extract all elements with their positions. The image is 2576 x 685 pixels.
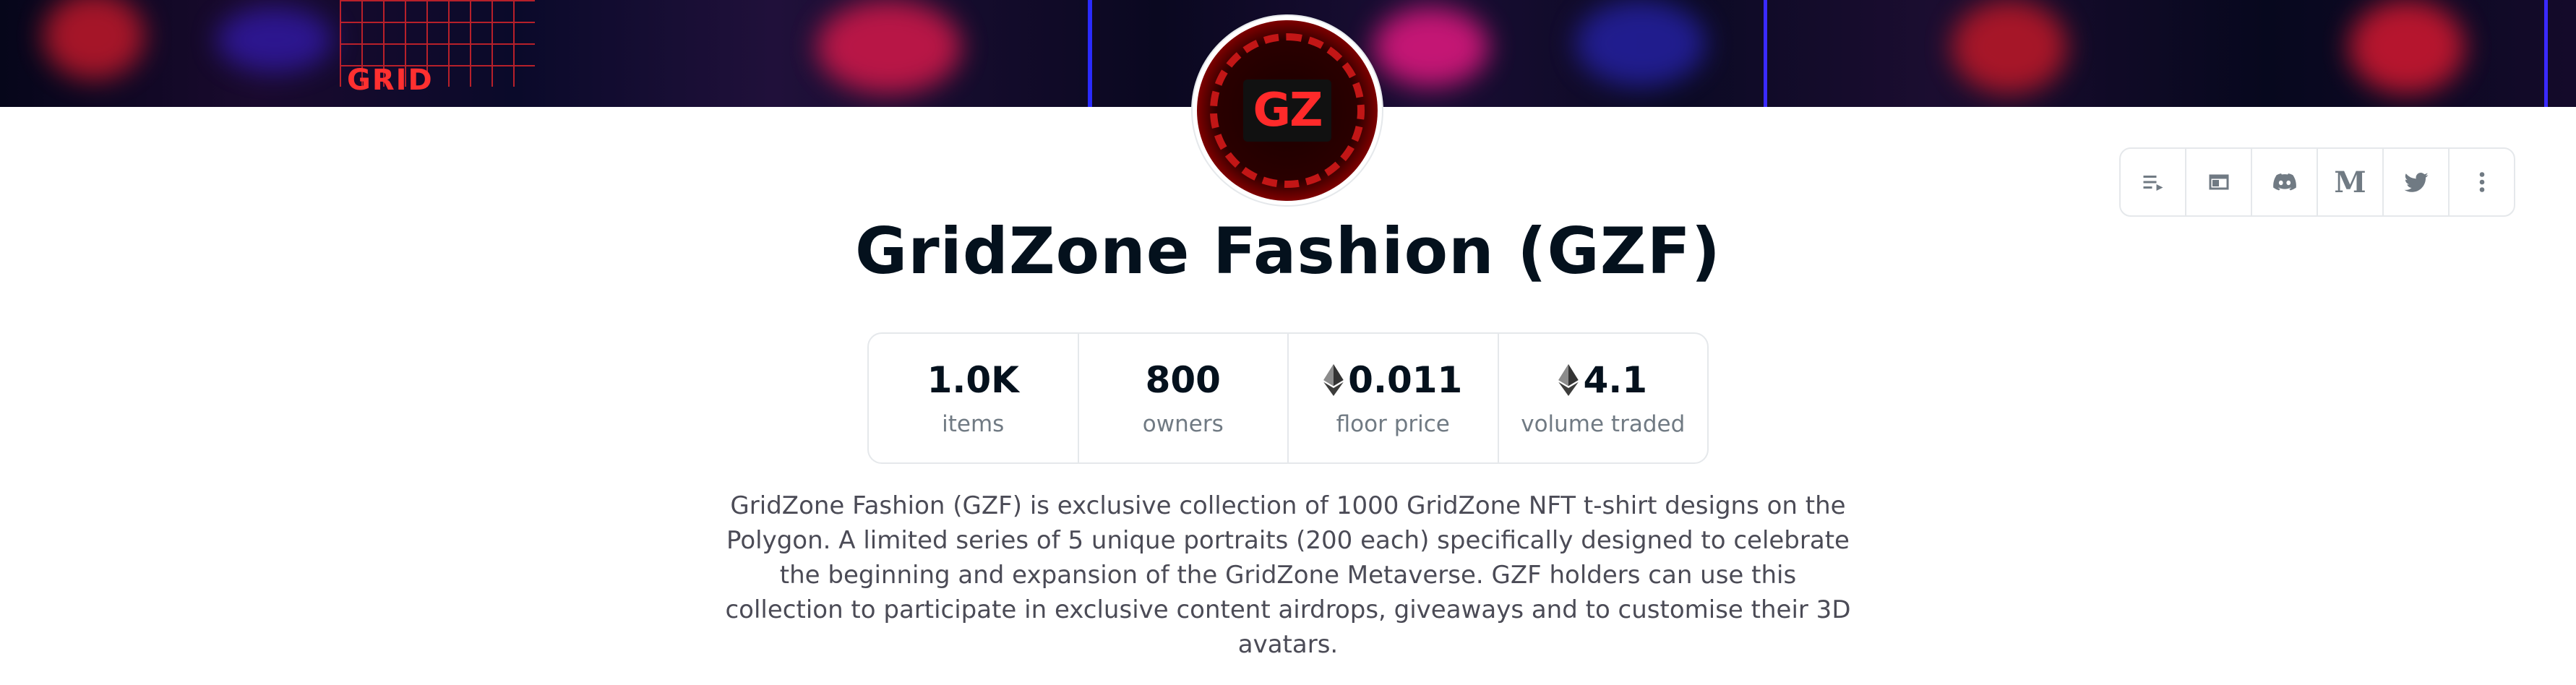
twitter-icon [2404, 172, 2428, 192]
stat-label: items [942, 411, 1005, 437]
stat-value: 1.0K [927, 359, 1019, 401]
website-icon [2209, 174, 2228, 190]
stat-label: floor price [1336, 411, 1450, 437]
collection-stats: 1.0K items 800 owners 0.011 floor price … [867, 332, 1709, 464]
stat-value: 4.1 [1583, 359, 1648, 401]
stat-label: owners [1142, 411, 1224, 437]
stat-value: 0.011 [1348, 359, 1463, 401]
collection-links-toolbar: M [2119, 147, 2515, 217]
medium-icon: M [2334, 165, 2366, 199]
collection-description: GridZone Fashion (GZF) is exclusive coll… [725, 491, 1851, 659]
discord-icon [2272, 173, 2296, 191]
avatar-logo-text: GZ [1242, 79, 1332, 142]
more-icon [2479, 172, 2484, 192]
stat-value: 800 [1145, 359, 1221, 401]
ethereum-icon [1323, 364, 1344, 396]
discord-button[interactable] [2252, 149, 2318, 215]
ethereum-icon [1558, 364, 1579, 396]
twitter-button[interactable] [2384, 149, 2450, 215]
activity-button[interactable] [2121, 149, 2186, 215]
collection-avatar: GZ [1193, 16, 1382, 205]
stat-floor-price[interactable]: 0.011 floor price [1289, 334, 1499, 462]
collection-title: GridZone Fashion (GZF) [855, 214, 1721, 288]
banner-logo-text: GRID [347, 64, 434, 97]
website-button[interactable] [2186, 149, 2252, 215]
stat-owners[interactable]: 800 owners [1079, 334, 1289, 462]
activity-icon [2143, 176, 2163, 191]
stat-items[interactable]: 1.0K items [869, 334, 1079, 462]
stat-label: volume traded [1521, 411, 1686, 437]
stat-volume-traded[interactable]: 4.1 volume traded [1499, 334, 1708, 462]
medium-button[interactable]: M [2318, 149, 2384, 215]
more-options-button[interactable] [2450, 149, 2514, 215]
